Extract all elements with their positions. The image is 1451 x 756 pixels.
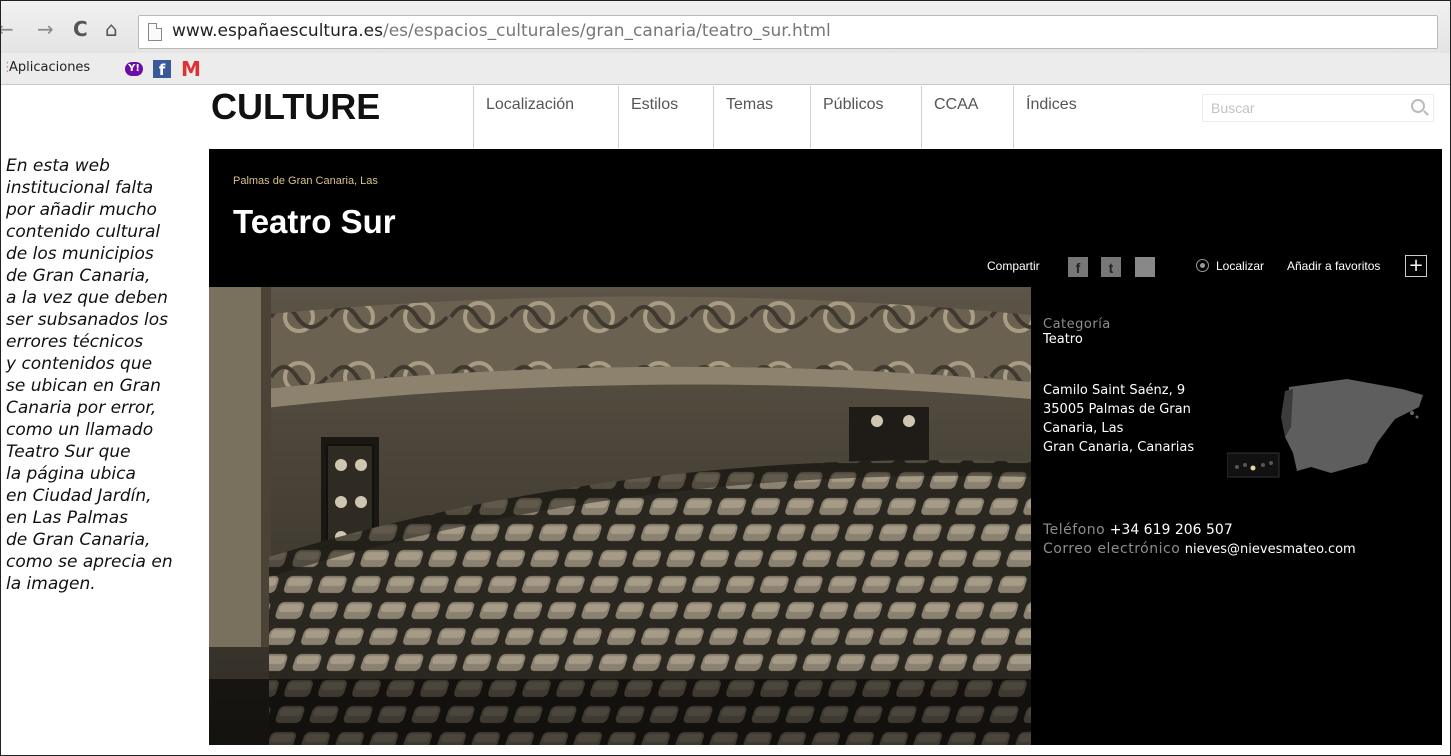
add-favorites-link[interactable]: Añadir a favoritos (1287, 259, 1380, 273)
nav-item-estilos[interactable]: Estilos (618, 86, 708, 148)
address-line: Camilo Saint Saénz, 9 (1043, 383, 1186, 398)
annotation-line: se ubican en Gran (6, 376, 161, 396)
address-line: Canaria, Las (1043, 421, 1124, 436)
annotation-line: y contenidos que (6, 354, 153, 374)
annotation-line: a la vez que deben (6, 288, 168, 308)
venue-panel: Palmas de Gran Canaria, Las Teatro Sur C… (209, 149, 1442, 745)
facebook-bookmark-icon[interactable]: f (153, 60, 171, 79)
email-link[interactable]: nieves@nievesmateo.com (1185, 542, 1356, 557)
bookmarks-bar: ⋮ Aplicaciones Y! f M (1, 53, 1450, 85)
venue-locality: Palmas de Gran Canaria, Las (233, 175, 378, 187)
email-label: Correo electrónico (1043, 541, 1181, 557)
category-label: Categoría (1043, 317, 1111, 332)
reload-icon[interactable]: C (73, 19, 88, 39)
annotation-line: por añadir mucho (6, 200, 157, 220)
share-toolbar: Compartir f t Localizar Añadir a favorit… (209, 253, 1442, 283)
forward-icon[interactable]: → (37, 19, 54, 39)
nav-item-publicos[interactable]: Públicos (810, 86, 920, 148)
theatre-interior-image (209, 287, 1031, 745)
bookmark-apps[interactable]: Aplicaciones (9, 60, 90, 75)
search-input[interactable]: Buscar (1202, 94, 1434, 122)
annotation-line: errores técnicos (6, 332, 144, 352)
phone-label: Teléfono (1043, 522, 1106, 538)
twitter-share-icon[interactable]: t (1101, 257, 1121, 277)
facebook-share-icon[interactable]: f (1068, 257, 1088, 277)
phone-row: Teléfono +34 619 206 507 (1043, 521, 1356, 540)
nav-item-ccaa[interactable]: CCAA (921, 86, 1011, 148)
share-label: Compartir (987, 259, 1040, 273)
locate-link[interactable]: Localizar (1216, 259, 1264, 273)
annotation-line: como un llamado (6, 420, 154, 440)
address-block: Camilo Saint Saénz, 9 35005 Palmas de Gr… (1043, 381, 1194, 457)
venue-title: Teatro Sur (233, 203, 396, 240)
site-logo[interactable]: CULTURE (211, 86, 380, 128)
nav-item-temas[interactable]: Temas (713, 86, 805, 148)
url-path: /es/espacios_culturales/gran_canaria/tea… (383, 21, 831, 41)
search-icon[interactable] (1411, 99, 1425, 113)
annotation-line: Canaria por error, (6, 398, 157, 418)
address-line: Gran Canaria, Canarias (1043, 440, 1195, 455)
url-text: www.españaescultura.es/es/espacios_cultu… (172, 21, 831, 41)
contact-block: Teléfono +34 619 206 507 Correo electrón… (1043, 521, 1356, 559)
add-favorites-button[interactable]: + (1405, 255, 1427, 277)
email-row: Correo electrónico nieves@nievesmateo.co… (1043, 540, 1356, 559)
annotation-line: de Gran Canaria, (6, 266, 151, 286)
url-domain: www.españaescultura.es (172, 21, 383, 41)
category-block: Categoría Teatro (1043, 317, 1433, 347)
nav-item-indices[interactable]: Índices (1013, 86, 1133, 148)
annotation-line: de Gran Canaria, (6, 530, 151, 550)
spain-map-icon[interactable] (1227, 367, 1437, 497)
back-icon[interactable]: ← (1, 19, 14, 39)
screenshot-frame: ← → C ⌂ www.españaescultura.es/es/espaci… (0, 0, 1451, 756)
nav-item-localizacion[interactable]: Localización (473, 86, 613, 148)
page-icon (148, 23, 162, 41)
phone-value[interactable]: +34 619 206 507 (1110, 522, 1233, 538)
email-share-icon[interactable] (1135, 257, 1155, 277)
annotation-line: Teatro Sur que (6, 442, 131, 462)
annotation-line: la imagen. (6, 574, 96, 594)
venue-photo (209, 287, 1031, 745)
gmail-icon[interactable]: M (181, 57, 201, 81)
annotation-line: como se aprecia en (6, 552, 173, 572)
annotation-line: en Las Palmas (6, 508, 129, 528)
search-placeholder: Buscar (1211, 100, 1255, 116)
annotation-line: En esta web (6, 156, 110, 176)
address-bar[interactable]: www.españaescultura.es/es/espacios_cultu… (138, 15, 1438, 49)
yahoo-icon[interactable]: Y! (125, 62, 143, 76)
annotation-line: contenido cultural (6, 222, 161, 242)
annotation-line: en Ciudad Jardín, (6, 486, 152, 506)
address-line: 35005 Palmas de Gran (1043, 402, 1191, 417)
category-value: Teatro (1043, 332, 1083, 347)
annotation-line: ser subsanados los (6, 310, 169, 330)
annotation-line: de los municipios (6, 244, 154, 264)
locate-icon[interactable] (1196, 259, 1209, 272)
annotation-text: En esta web institucional falta por añad… (6, 155, 206, 595)
annotation-line: institucional falta (6, 178, 154, 198)
home-icon[interactable]: ⌂ (105, 19, 118, 39)
annotation-line: la página ubica (6, 464, 136, 484)
browser-toolbar: ← → C ⌂ www.españaescultura.es/es/espaci… (1, 1, 1450, 53)
